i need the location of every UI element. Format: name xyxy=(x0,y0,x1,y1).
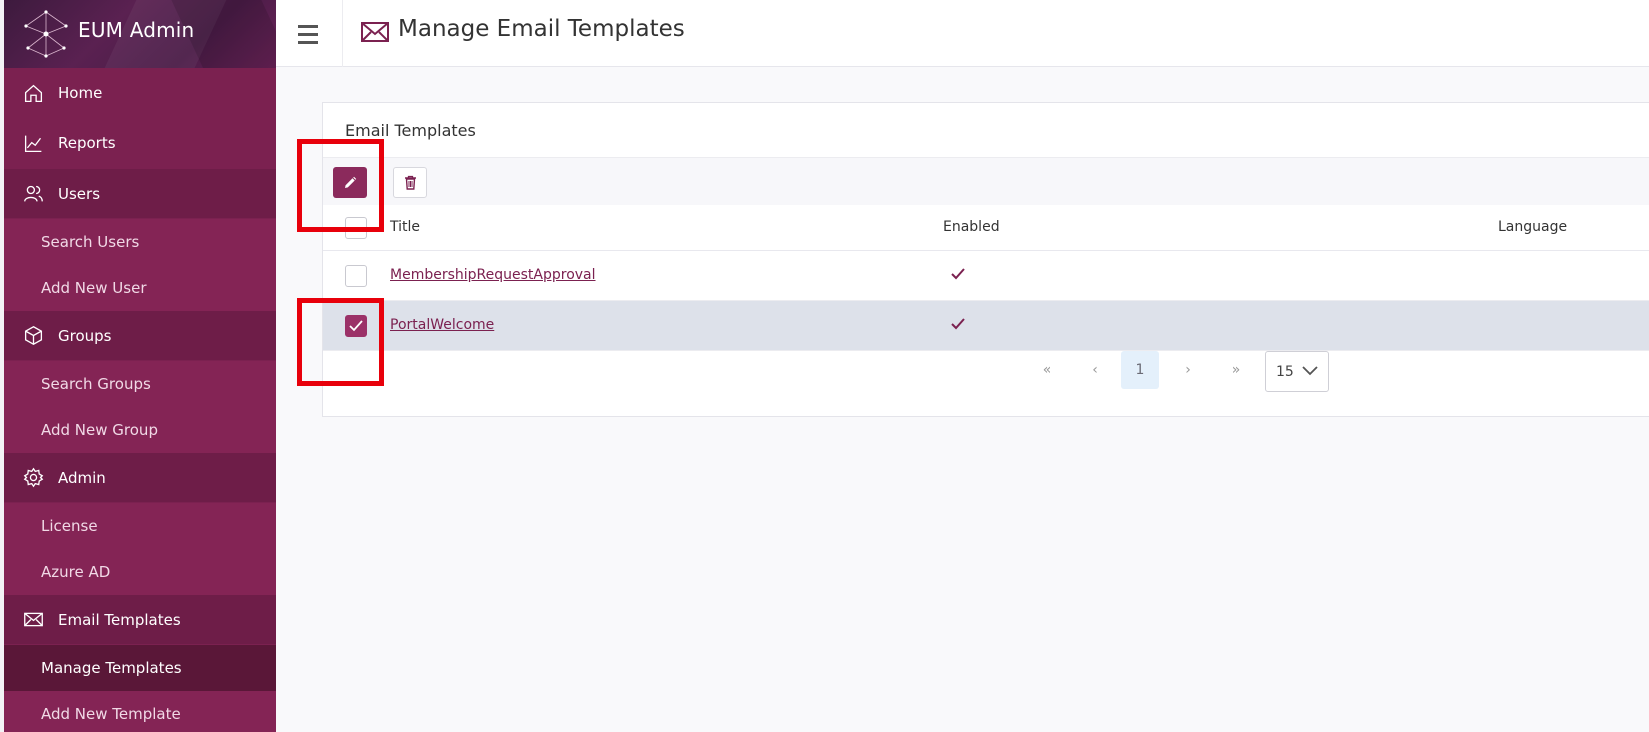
top-header: Manage Email Templates xyxy=(276,0,1649,67)
email-templates-card: Email Templates Title Enabled Language M… xyxy=(322,102,1649,417)
sidebar-item-label: Add New User xyxy=(41,279,147,297)
sidebar-item-add-new-user[interactable]: Add New User xyxy=(4,265,276,311)
sidebar: EUM Admin Home Reports Users Search User… xyxy=(0,0,276,732)
highlight-box-checkbox xyxy=(297,298,384,386)
sidebar-item-add-new-template[interactable]: Add New Template xyxy=(4,691,276,732)
sidebar-item-users[interactable]: Users xyxy=(4,169,276,218)
highlight-box-edit xyxy=(297,139,384,232)
sidebar-item-search-groups[interactable]: Search Groups xyxy=(4,361,276,407)
delete-button[interactable] xyxy=(393,167,427,198)
sidebar-item-home[interactable]: Home xyxy=(4,68,276,118)
sidebar-item-reports[interactable]: Reports xyxy=(4,118,276,168)
sidebar-item-label: Users xyxy=(58,184,101,203)
sidebar-item-search-users[interactable]: Search Users xyxy=(4,219,276,265)
grid-toolbar xyxy=(323,157,1649,205)
sidebar-item-add-new-group[interactable]: Add New Group xyxy=(4,407,276,453)
chart-icon xyxy=(22,132,44,154)
sidebar-item-admin[interactable]: Admin xyxy=(4,453,276,502)
page-size-value: 15 xyxy=(1276,363,1294,380)
network-logo-icon xyxy=(24,10,68,58)
sidebar-item-manage-templates[interactable]: Manage Templates xyxy=(4,645,276,691)
sidebar-item-groups[interactable]: Groups xyxy=(4,311,276,360)
template-link[interactable]: MembershipRequestApproval xyxy=(390,267,596,283)
sidebar-item-label: Add New Group xyxy=(41,421,158,439)
table-row[interactable]: MembershipRequestApproval xyxy=(323,251,1649,301)
chevron-down-icon xyxy=(1302,366,1318,376)
brand-header: EUM Admin xyxy=(0,0,276,68)
table-row[interactable]: PortalWelcome xyxy=(323,301,1649,351)
trash-icon xyxy=(404,175,416,190)
prev-page-button[interactable]: ‹ xyxy=(1076,351,1114,389)
sidebar-item-azure-ad[interactable]: Azure AD xyxy=(4,549,276,595)
sidebar-item-label: Search Users xyxy=(41,233,140,251)
page-size-select[interactable]: 15 xyxy=(1265,351,1329,392)
sidebar-item-label: Groups xyxy=(58,326,112,345)
enabled-check-icon xyxy=(951,318,965,330)
sidebar-item-label: Reports xyxy=(58,134,116,152)
sidebar-item-label: Manage Templates xyxy=(41,659,182,677)
menu-toggle-icon[interactable] xyxy=(292,18,324,50)
sidebar-item-license[interactable]: License xyxy=(4,503,276,549)
last-page-button[interactable]: » xyxy=(1217,351,1255,389)
mail-icon xyxy=(22,609,44,631)
sidebar-item-label: Home xyxy=(58,84,103,102)
sidebar-item-label: Admin xyxy=(58,468,106,487)
card-title: Email Templates xyxy=(345,121,476,140)
sidebar-item-label: Azure AD xyxy=(41,563,111,581)
sidebar-item-email-templates[interactable]: Email Templates xyxy=(4,595,276,644)
column-header-enabled[interactable]: Enabled xyxy=(943,219,1000,235)
next-page-button[interactable]: › xyxy=(1169,351,1207,389)
app-title: EUM Admin xyxy=(78,18,195,42)
enabled-check-icon xyxy=(951,268,965,280)
pagination: « ‹ 1 › » 15 xyxy=(323,351,1649,401)
column-header-title[interactable]: Title xyxy=(390,219,420,235)
users-icon xyxy=(22,183,44,205)
home-icon xyxy=(22,82,44,104)
sidebar-item-label: Search Groups xyxy=(41,375,151,393)
gear-icon xyxy=(22,467,44,489)
sidebar-item-label: Add New Template xyxy=(41,705,181,723)
page-1-button[interactable]: 1 xyxy=(1121,351,1159,389)
template-link[interactable]: PortalWelcome xyxy=(390,317,494,333)
grid-header: Title Enabled Language xyxy=(323,205,1649,251)
sidebar-item-label: Email Templates xyxy=(58,610,181,629)
mail-icon xyxy=(361,22,389,42)
page-title: Manage Email Templates xyxy=(398,16,685,42)
row-checkbox[interactable] xyxy=(345,265,367,287)
first-page-button[interactable]: « xyxy=(1028,351,1066,389)
column-header-language[interactable]: Language xyxy=(1498,219,1567,235)
sidebar-item-label: License xyxy=(41,517,98,535)
cube-icon xyxy=(22,325,44,347)
